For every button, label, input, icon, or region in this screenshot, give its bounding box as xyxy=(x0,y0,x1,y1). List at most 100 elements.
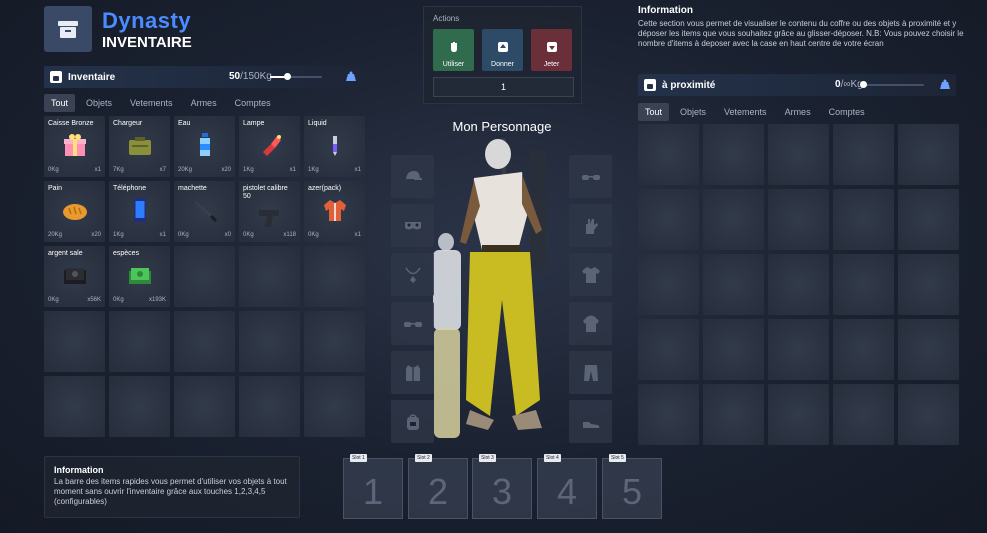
equip-slot-mask[interactable] xyxy=(391,204,434,247)
nearby-slot[interactable] xyxy=(898,124,959,185)
inventory-slot[interactable] xyxy=(44,311,105,372)
inventory-title: Inventaire xyxy=(68,71,116,83)
inventory-slot[interactable] xyxy=(174,376,235,437)
tab-comptes[interactable]: Comptes xyxy=(228,94,278,112)
tab-vetements[interactable]: Vetements xyxy=(123,94,180,112)
nearby-slot[interactable] xyxy=(898,254,959,315)
nearby-slot[interactable] xyxy=(703,384,764,445)
inventory-slot[interactable] xyxy=(304,246,365,307)
nearby-slot[interactable] xyxy=(898,384,959,445)
inventory-slot[interactable]: argent sale 0Kg x56K xyxy=(44,246,105,307)
nearby-slot[interactable] xyxy=(833,319,894,380)
inventory-weight-knob xyxy=(284,73,291,80)
nearby-slot[interactable] xyxy=(638,254,699,315)
nearby-slot[interactable] xyxy=(898,189,959,250)
inventory-slot[interactable]: Lampe 1Kg x1 xyxy=(239,116,300,177)
inventory-slot[interactable]: espèces 0Kg x193K xyxy=(109,246,170,307)
equip-slot-glasses[interactable] xyxy=(391,302,434,345)
hotbar-slot-4[interactable]: Slot 4 4 xyxy=(537,454,597,519)
tab-vetements[interactable]: Vetements xyxy=(717,103,774,121)
inventory-slot[interactable]: machette 0Kg x0 xyxy=(174,181,235,242)
nearby-slot[interactable] xyxy=(638,189,699,250)
hotbar-slot-number: 1 xyxy=(362,471,384,512)
nearby-slot[interactable] xyxy=(638,319,699,380)
use-button[interactable]: Utiliser xyxy=(433,29,474,71)
inventory-slot[interactable] xyxy=(109,376,170,437)
machete-icon xyxy=(195,201,218,223)
equip-slot-necklace[interactable] xyxy=(391,253,434,296)
inventory-slot[interactable] xyxy=(239,311,300,372)
nearby-slot[interactable] xyxy=(768,384,829,445)
gift-icon xyxy=(64,134,86,156)
tab-tout[interactable]: Tout xyxy=(638,103,670,121)
nearby-weight: 0/∞Kg xyxy=(835,79,863,90)
inventory-slot[interactable] xyxy=(304,376,365,437)
nearby-slot[interactable] xyxy=(768,189,829,250)
give-button[interactable]: Donner xyxy=(482,29,523,71)
hotbar-slot-3[interactable]: Slot 3 3 xyxy=(472,454,532,519)
inventory-slot[interactable]: Téléphone 1Kg x1 xyxy=(109,181,170,242)
inventory-slot[interactable]: Chargeur 7Kg x7 xyxy=(109,116,170,177)
inventory-slot[interactable] xyxy=(174,311,235,372)
item-name: Liquid xyxy=(308,120,327,127)
nearby-slot[interactable] xyxy=(833,124,894,185)
inventory-slot[interactable] xyxy=(304,311,365,372)
item-name: Eau xyxy=(178,120,191,127)
equip-slot-bag[interactable] xyxy=(391,400,434,443)
inventory-slot[interactable] xyxy=(239,246,300,307)
equip-slot-sunglasses[interactable] xyxy=(569,155,612,198)
equip-slot-pants[interactable] xyxy=(569,351,612,394)
equip-slot-gloves[interactable] xyxy=(569,204,612,247)
inventory-slot[interactable] xyxy=(44,376,105,437)
inventory-slot[interactable]: Pain 20Kg x20 xyxy=(44,181,105,242)
inventory-slot[interactable]: Liquid 1Kg x1 xyxy=(304,116,365,177)
drop-button[interactable]: Jeter xyxy=(531,29,572,71)
nearby-slot[interactable] xyxy=(833,189,894,250)
tab-objets[interactable]: Objets xyxy=(673,103,713,121)
vial-icon xyxy=(333,136,337,156)
tab-comptes[interactable]: Comptes xyxy=(822,103,872,121)
inventory-slot[interactable]: pistolet calibre 50 0Kg x118 xyxy=(239,181,300,242)
item-qty: x1 xyxy=(354,167,361,173)
nearby-slot[interactable] xyxy=(898,319,959,380)
nearby-slot[interactable] xyxy=(703,254,764,315)
hotbar-slot-number: 2 xyxy=(427,471,449,512)
nearby-slot[interactable] xyxy=(768,124,829,185)
tab-objets[interactable]: Objets xyxy=(79,94,119,112)
nearby-slot[interactable] xyxy=(703,189,764,250)
item-qty: x193K xyxy=(148,297,166,303)
hotbar-slot-2[interactable]: Slot 2 2 xyxy=(408,454,468,519)
item-weight: 20Kg xyxy=(48,232,63,238)
hotbar-slot-number: 5 xyxy=(621,471,643,512)
hotbar-slot-number: 4 xyxy=(556,471,578,512)
equip-slot-cap[interactable] xyxy=(391,155,434,198)
nearby-slot[interactable] xyxy=(638,384,699,445)
tab-armes[interactable]: Armes xyxy=(184,94,224,112)
tab-tout[interactable]: Tout xyxy=(44,94,76,112)
inventory-slot[interactable]: azer(pack) 0Kg x1 xyxy=(304,181,365,242)
equip-slot-vest[interactable] xyxy=(391,351,434,394)
nearby-slot[interactable] xyxy=(703,319,764,380)
item-weight: 1Kg xyxy=(243,167,254,173)
tab-armes[interactable]: Armes xyxy=(778,103,818,121)
quantity-input[interactable]: 1 xyxy=(433,77,574,97)
inventory-slot[interactable]: Caisse Bronze 0Kg x1 xyxy=(44,116,105,177)
equip-slot-tshirt[interactable] xyxy=(569,253,612,296)
nearby-slot[interactable] xyxy=(768,319,829,380)
hotbar-slot-5[interactable]: Slot 5 5 xyxy=(602,454,662,519)
inventory-slot[interactable] xyxy=(239,376,300,437)
equip-slot-shoes[interactable] xyxy=(569,400,612,443)
nearby-slot[interactable] xyxy=(833,384,894,445)
lock-icon xyxy=(644,79,656,91)
nearby-slot[interactable] xyxy=(768,254,829,315)
inventory-slot[interactable] xyxy=(174,246,235,307)
mask-icon xyxy=(404,221,421,229)
equip-slot-jacket[interactable] xyxy=(569,302,612,345)
nearby-slot[interactable] xyxy=(833,254,894,315)
inventory-slot[interactable] xyxy=(109,311,170,372)
hotbar-slot-1[interactable]: Slot 1 1 xyxy=(343,454,403,519)
inventory-slot[interactable]: Eau 20Kg x20 xyxy=(174,116,235,177)
nearby-slot[interactable] xyxy=(638,124,699,185)
hotbar-slot-label: Slot 4 xyxy=(544,454,561,462)
nearby-slot[interactable] xyxy=(703,124,764,185)
